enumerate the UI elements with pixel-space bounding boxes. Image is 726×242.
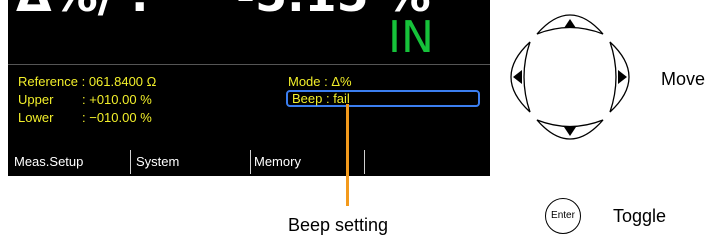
arrow-left-button[interactable] (510, 41, 531, 113)
arrow-up-button[interactable] (536, 14, 604, 35)
softkey-divider (130, 150, 131, 174)
softkey-bar: Meas.Setup System Memory (8, 148, 490, 176)
arrow-right-button[interactable] (609, 41, 630, 113)
beep-setting-callout: Beep setting (288, 215, 389, 235)
softkey-divider (250, 150, 251, 174)
beep-setting[interactable]: Beep : fail (292, 91, 350, 107)
softkey-divider (364, 150, 365, 174)
arrow-down-button[interactable] (536, 119, 604, 140)
lower-label: Lower (18, 110, 54, 125)
arrow-keypad (510, 14, 630, 140)
toggle-label: Toggle (613, 206, 667, 226)
move-label: Move (661, 69, 706, 89)
softkey-system[interactable]: System (136, 148, 179, 176)
reference-readout: Reference : 061.8400 Ω (18, 74, 157, 89)
enter-button[interactable]: Enter (545, 198, 581, 234)
lcd-screen: Δ%/ : -5.15 % IN Reference : 061.8400 Ω … (8, 0, 490, 176)
callout-line (346, 104, 349, 206)
measurement-mode-readout: Δ%/ : (16, 0, 149, 18)
softkey-meas-setup[interactable]: Meas.Setup (14, 148, 83, 176)
upper-value: : +010.00 % (82, 92, 152, 107)
divider (8, 64, 490, 65)
judgement-indicator: IN (388, 12, 434, 63)
mode-setting[interactable]: Mode : Δ% (288, 74, 352, 90)
softkey-memory[interactable]: Memory (254, 148, 301, 176)
upper-label: Upper (18, 92, 54, 107)
lower-value: : −010.00 % (82, 110, 152, 125)
